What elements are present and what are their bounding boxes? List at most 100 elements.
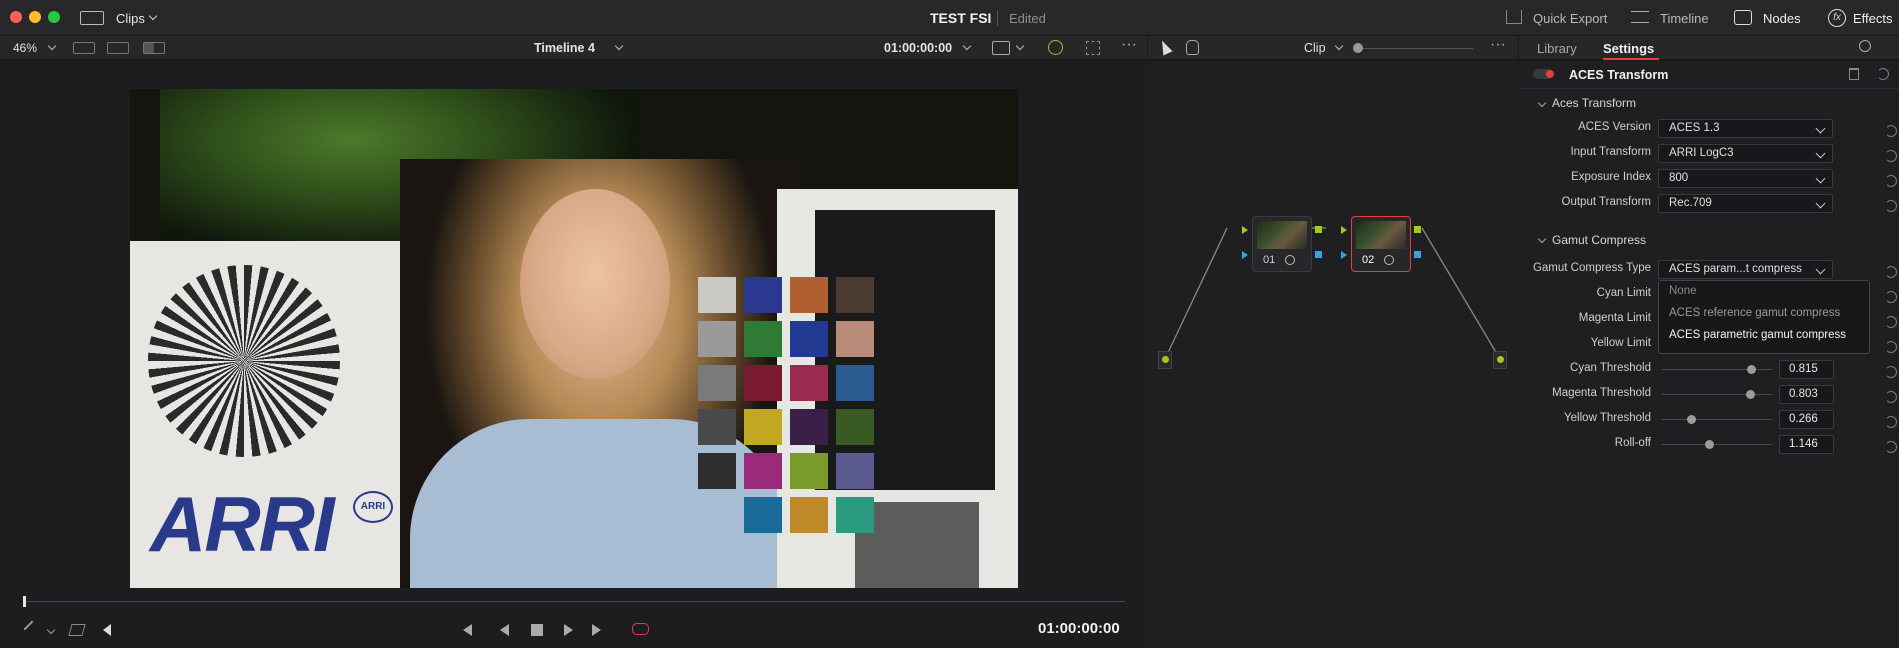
node-zoom-slider-knob[interactable] [1353, 43, 1363, 53]
viewer-timecode[interactable]: 01:00:00:00 [884, 41, 952, 55]
node-key-output[interactable] [1315, 251, 1322, 258]
play-icon[interactable] [564, 624, 573, 636]
cyan-threshold-value[interactable]: 0.815 [1779, 360, 1834, 379]
node-02[interactable]: 02 [1351, 216, 1411, 272]
tab-settings[interactable]: Settings [1603, 41, 1654, 56]
aces-version-dropdown[interactable]: ACES 1.3 [1658, 119, 1833, 138]
exposure-index-dropdown[interactable]: 800 [1658, 169, 1833, 188]
chevron-down-icon[interactable] [1537, 98, 1547, 108]
timeline-button[interactable]: Timeline [1660, 11, 1709, 26]
section-aces-transform[interactable]: Aces Transform [1552, 96, 1636, 110]
quick-export-button[interactable]: Quick Export [1533, 11, 1607, 26]
output-transform-dropdown[interactable]: Rec.709 [1658, 194, 1833, 213]
node-key-input[interactable] [1242, 251, 1248, 259]
slider-knob[interactable] [1704, 440, 1714, 449]
more-options-icon[interactable]: ··· [1121, 36, 1137, 54]
slider-knob[interactable] [1747, 365, 1757, 374]
node-key-input[interactable] [1341, 251, 1347, 259]
node-editor[interactable]: 01 02 [1148, 61, 1518, 648]
chevron-down-icon[interactable] [1334, 41, 1344, 51]
node-rgb-input[interactable] [1341, 226, 1347, 234]
volume-icon[interactable] [103, 624, 111, 636]
reset-icon[interactable] [1885, 291, 1897, 303]
menu-item-aces-parametric[interactable]: ACES parametric gamut compress [1659, 325, 1869, 347]
node-01[interactable]: 01 [1252, 216, 1312, 272]
slider-knob[interactable] [1686, 415, 1696, 424]
chevron-down-icon[interactable] [962, 41, 972, 51]
node-zoom-slider[interactable] [1363, 48, 1473, 49]
zoom-level-dropdown[interactable]: 46% [13, 41, 37, 55]
clips-button[interactable]: Clips [116, 11, 145, 26]
playhead-handle[interactable] [23, 596, 26, 607]
layers-icon[interactable] [68, 624, 86, 636]
reset-icon[interactable] [1885, 341, 1897, 353]
skip-to-start-icon[interactable] [463, 624, 472, 636]
chevron-down-icon[interactable] [1537, 234, 1547, 244]
magenta-threshold-slider[interactable] [1662, 390, 1772, 399]
nodes-icon[interactable] [1734, 10, 1752, 25]
effects-icon[interactable]: fx [1828, 9, 1846, 27]
hand-tool-icon[interactable] [1186, 40, 1199, 55]
menu-item-none[interactable]: None [1659, 281, 1869, 303]
reset-icon[interactable] [1885, 416, 1897, 428]
playhead-scrubber[interactable] [23, 601, 1125, 602]
reset-icon[interactable] [1885, 150, 1897, 162]
stop-icon[interactable] [531, 624, 543, 636]
pointer-tool-icon[interactable] [1157, 38, 1173, 56]
node-rgb-output[interactable] [1315, 226, 1322, 233]
chevron-down-icon[interactable] [46, 625, 56, 635]
clip-info-icon[interactable] [992, 41, 1010, 55]
slider-knob[interactable] [1745, 390, 1755, 399]
roll-off-slider[interactable] [1662, 440, 1772, 449]
input-transform-dropdown[interactable]: ARRI LogC3 [1658, 144, 1833, 163]
reset-icon[interactable] [1885, 391, 1897, 403]
close-window-button[interactable] [10, 11, 22, 23]
more-options-icon[interactable]: ··· [1490, 36, 1506, 54]
yellow-threshold-value[interactable]: 0.266 [1779, 410, 1834, 429]
effects-button[interactable]: Effects [1853, 11, 1893, 26]
reset-icon[interactable] [1885, 175, 1897, 187]
delete-icon[interactable] [1849, 68, 1859, 80]
cyan-threshold-slider[interactable] [1662, 365, 1772, 374]
node-key-output[interactable] [1414, 251, 1421, 258]
yellow-threshold-slider[interactable] [1662, 415, 1772, 424]
search-icon[interactable] [1859, 40, 1871, 52]
node-rgb-input[interactable] [1242, 226, 1248, 234]
menu-item-aces-reference[interactable]: ACES reference gamut compress [1659, 303, 1869, 325]
media-pool-icon[interactable] [80, 11, 104, 25]
compare-viewer-icon[interactable] [143, 42, 165, 54]
chevron-down-icon[interactable] [47, 41, 57, 51]
reset-icon[interactable] [1877, 68, 1889, 80]
loop-icon[interactable] [632, 623, 649, 635]
reset-icon[interactable] [1885, 125, 1897, 137]
single-viewer-icon[interactable] [73, 42, 95, 54]
chevron-down-icon[interactable] [1015, 41, 1025, 51]
reset-icon[interactable] [1885, 200, 1897, 212]
zoom-window-button[interactable] [48, 11, 60, 23]
nodes-button[interactable]: Nodes [1763, 11, 1801, 26]
chevron-down-icon[interactable] [148, 11, 158, 21]
color-picker-icon[interactable] [1048, 40, 1063, 55]
tab-library[interactable]: Library [1537, 41, 1577, 56]
node-mode-dropdown[interactable]: Clip [1304, 41, 1326, 55]
minimize-window-button[interactable] [29, 11, 41, 23]
reset-icon[interactable] [1885, 366, 1897, 378]
split-viewer-icon[interactable] [107, 42, 129, 54]
chevron-down-icon[interactable] [614, 41, 624, 51]
section-gamut-compress[interactable]: Gamut Compress [1552, 233, 1646, 247]
reset-icon[interactable] [1885, 316, 1897, 328]
magenta-threshold-value[interactable]: 0.803 [1779, 385, 1834, 404]
fullscreen-icon[interactable] [1086, 41, 1100, 55]
timeline-selector[interactable]: Timeline 4 [534, 41, 595, 55]
skip-to-end-icon[interactable] [592, 624, 601, 636]
play-reverse-icon[interactable] [500, 624, 509, 636]
video-frame[interactable]: ARRI ARRI [130, 89, 1018, 588]
gamut-compress-type-dropdown[interactable]: ACES param...t compress [1658, 260, 1833, 279]
export-icon[interactable] [1506, 10, 1522, 24]
eyedropper-icon[interactable] [23, 620, 41, 638]
reset-icon[interactable] [1885, 441, 1897, 453]
roll-off-value[interactable]: 1.146 [1779, 435, 1834, 454]
node-rgb-output[interactable] [1414, 226, 1421, 233]
reset-icon[interactable] [1885, 266, 1897, 278]
timeline-icon[interactable] [1631, 11, 1649, 23]
